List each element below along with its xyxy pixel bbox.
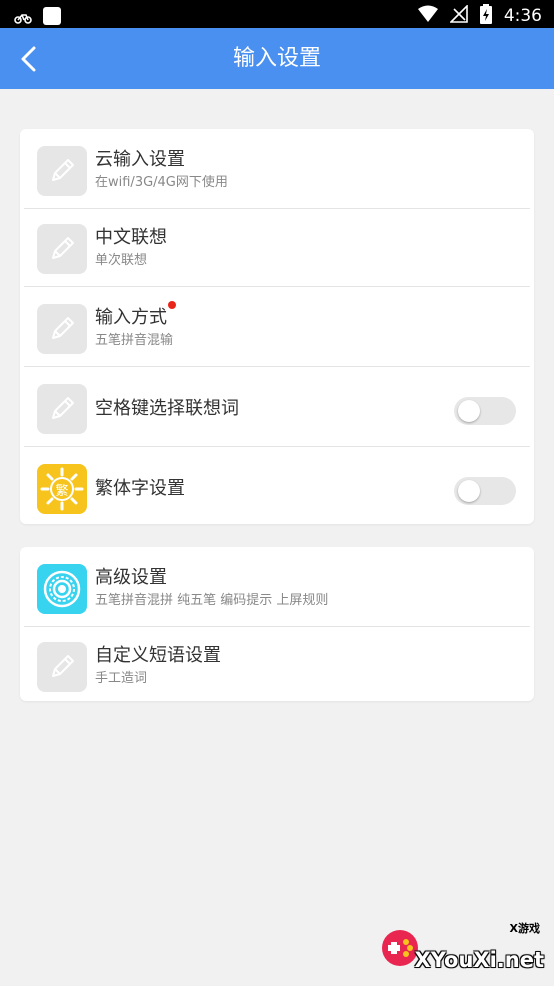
app-square-icon — [42, 6, 62, 30]
pencil-icon — [37, 642, 87, 692]
no-signal-icon — [448, 4, 468, 27]
new-badge-dot — [168, 301, 176, 309]
chinese-association-row[interactable]: 中文联想 单次联想 — [20, 207, 534, 287]
page-title: 输入设置 — [232, 46, 321, 71]
traditional-char-glyph: 繁 — [55, 483, 69, 499]
traditional-char-icon: 繁 — [37, 464, 87, 514]
pencil-icon — [37, 146, 87, 196]
watermark-brand: XYouXi.net — [414, 948, 544, 972]
battery-charging-icon — [479, 4, 492, 28]
row-subtitle: 在wifi/3G/4G网下使用 — [95, 175, 228, 190]
row-label: 云输入设置 — [95, 149, 185, 170]
space-select-association-row[interactable]: 空格键选择联想词 — [20, 367, 534, 447]
row-subtitle: 五笔拼音混输 — [95, 333, 174, 348]
pencil-icon — [37, 384, 87, 434]
row-subtitle: 手工造词 — [95, 671, 148, 686]
toggle-knob — [458, 400, 480, 422]
row-label: 中文联想 — [95, 227, 167, 248]
app-bar: 输入设置 — [0, 28, 554, 89]
advanced-settings-row[interactable]: 高级设置 五笔拼音混拼 纯五笔 编码提示 上屏规则 — [20, 547, 534, 627]
pencil-icon — [37, 224, 87, 274]
traditional-chinese-row[interactable]: 繁 繁体字设置 — [20, 447, 534, 527]
status-time: 4:36 — [503, 6, 542, 26]
space-association-toggle[interactable] — [454, 397, 516, 425]
custom-phrase-settings-row[interactable]: 自定义短语设置 手工造词 — [20, 625, 534, 705]
cloud-input-settings-row[interactable]: 云输入设置 在wifi/3G/4G网下使用 — [20, 129, 534, 209]
settings-group-advanced: 高级设置 五笔拼音混拼 纯五笔 编码提示 上屏规则 自定义短语设置 手工造词 — [20, 547, 534, 701]
row-subtitle: 五笔拼音混拼 纯五笔 编码提示 上屏规则 — [95, 593, 329, 608]
status-bar: 4:36 — [0, 0, 554, 28]
toggle-knob — [458, 480, 480, 502]
watermark: X游戏 XYouXi.net — [374, 920, 544, 972]
settings-group-basic: 云输入设置 在wifi/3G/4G网下使用 中文联想 单次联想 输入方式 五笔拼… — [20, 129, 534, 524]
pencil-icon — [37, 304, 87, 354]
wifi-icon — [417, 5, 438, 27]
row-label: 空格键选择联想词 — [95, 398, 239, 419]
row-label: 繁体字设置 — [95, 478, 185, 499]
traditional-chinese-toggle[interactable] — [454, 477, 516, 505]
row-label: 输入方式 — [95, 307, 167, 328]
row-subtitle: 单次联想 — [95, 253, 148, 268]
bike-icon — [14, 9, 32, 28]
row-label: 自定义短语设置 — [95, 645, 221, 666]
watermark-tag: X游戏 — [509, 922, 540, 935]
settings-gear-icon — [37, 564, 87, 614]
row-label: 高级设置 — [95, 567, 167, 588]
input-method-row[interactable]: 输入方式 五笔拼音混输 — [20, 287, 534, 367]
